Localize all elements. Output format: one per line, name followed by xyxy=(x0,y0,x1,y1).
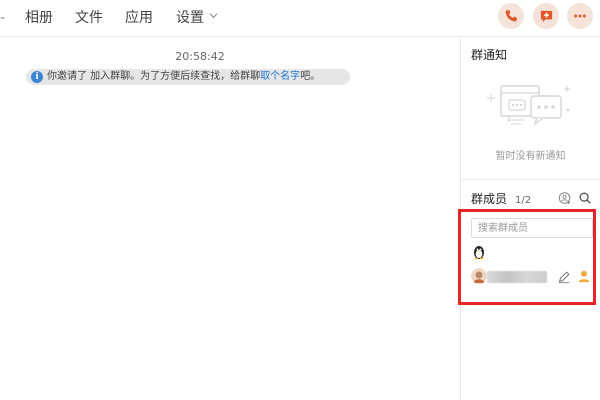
more-icon xyxy=(574,14,586,18)
top-bar: - 相册 文件 应用 设置 xyxy=(0,0,600,37)
empty-notice-text: 暂时没有新通知 xyxy=(495,151,566,162)
qq-penguin-icon xyxy=(474,246,484,260)
system-notice-text: 你邀请了 加入群聊。为了方便后续查找，给群聊取个名字吧。 xyxy=(47,69,320,85)
chat-area: 20:58:42 i 你邀请了 加入群聊。为了方便后续查找，给群聊取个名字吧。 xyxy=(0,38,460,400)
name-group-link[interactable]: 取个名字 xyxy=(260,71,300,82)
more-button[interactable] xyxy=(567,3,593,29)
add-chat-button[interactable] xyxy=(533,3,559,29)
admin-icon[interactable] xyxy=(577,269,591,283)
tab-album[interactable]: 相册 xyxy=(25,9,53,27)
section-divider xyxy=(461,179,600,180)
phone-call-button[interactable] xyxy=(498,3,524,29)
members-title: 群成员 1/2 xyxy=(471,190,531,207)
chevron-down-icon xyxy=(209,13,218,19)
tab-apps[interactable]: 应用 xyxy=(125,9,153,27)
empty-notice-illustration-icon xyxy=(487,85,570,126)
group-notice-title: 群通知 xyxy=(471,48,508,62)
user-avatar xyxy=(471,268,487,284)
message-timestamp: 20:58:42 xyxy=(175,50,225,63)
member-name-redacted xyxy=(487,271,547,283)
tab-settings-label: 设置 xyxy=(176,10,204,26)
members-title-label: 群成员 xyxy=(471,192,508,206)
tab-files[interactable]: 文件 xyxy=(75,9,103,27)
info-icon: i xyxy=(31,71,43,83)
edit-icon[interactable] xyxy=(557,270,571,284)
notice-suffix: 吧。 xyxy=(300,71,321,82)
notice-prefix: 你邀请了 加入群聊。为了方便后续查找，给群聊 xyxy=(47,71,261,82)
add-member-icon[interactable] xyxy=(558,191,572,205)
search-icon[interactable] xyxy=(578,191,592,205)
member-item[interactable] xyxy=(471,244,491,262)
tab-settings[interactable]: 设置 xyxy=(176,9,218,27)
member-count: 1/2 xyxy=(515,195,532,206)
member-item[interactable] xyxy=(471,268,593,286)
member-search-input[interactable] xyxy=(471,218,593,238)
add-chat-icon xyxy=(540,10,552,22)
system-notice: i 你邀请了 加入群聊。为了方便后续查找，给群聊取个名字吧。 xyxy=(26,69,350,85)
side-panel: 群通知 暂时没有新通知 群成员 1/2 xyxy=(461,38,600,400)
phone-icon xyxy=(505,10,517,22)
back-glyph: - xyxy=(0,10,6,26)
